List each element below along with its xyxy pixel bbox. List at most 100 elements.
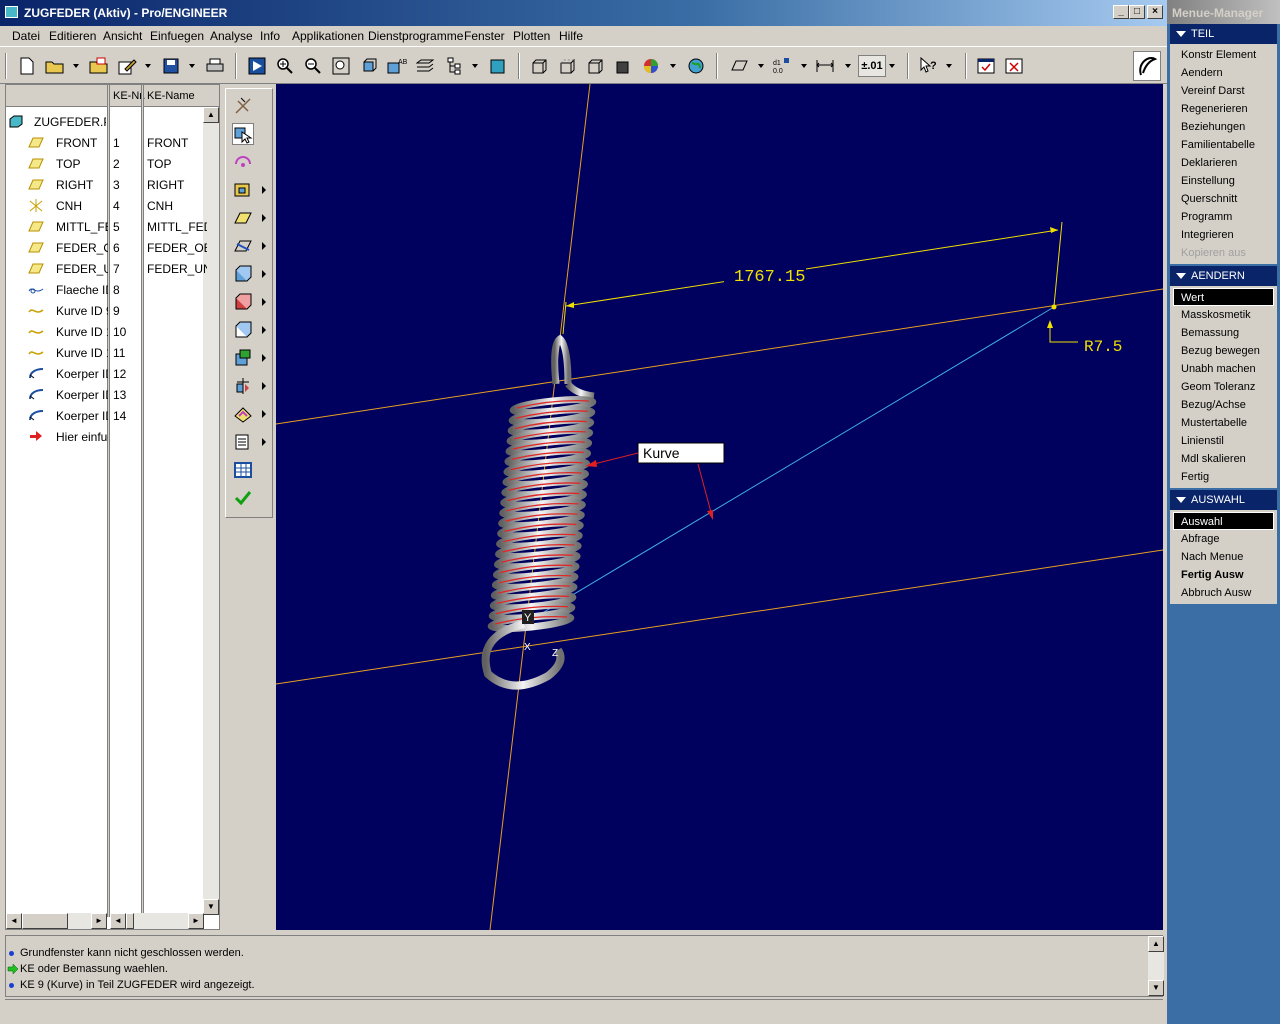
flyout-arrow-icon[interactable] bbox=[262, 186, 266, 194]
menu-item-bezug-achse[interactable]: Bezug/Achse bbox=[1173, 396, 1274, 414]
orient-icon[interactable] bbox=[358, 55, 380, 77]
datum-axis-tool-icon[interactable] bbox=[232, 95, 254, 117]
color-appearance-icon[interactable] bbox=[640, 55, 662, 77]
close-window-icon[interactable] bbox=[1003, 55, 1025, 77]
menu-item-querschnitt[interactable]: Querschnitt bbox=[1173, 190, 1274, 208]
scroll-up-arrow-icon[interactable]: ▲ bbox=[1148, 936, 1164, 952]
scroll-right-arrow-icon[interactable]: ► bbox=[188, 913, 204, 929]
scroll-left-arrow-icon[interactable]: ◄ bbox=[110, 913, 126, 929]
menu-item-vereinf-darst[interactable]: Vereinf Darst bbox=[1173, 82, 1274, 100]
tree-row[interactable]: Koerper ID 14 bbox=[6, 405, 206, 426]
menu-dienstprogramme[interactable]: Dienstprogramme bbox=[368, 29, 463, 43]
flyout-arrow-icon[interactable] bbox=[262, 382, 266, 390]
menu-item-konstr-element[interactable]: Konstr Element bbox=[1173, 46, 1274, 64]
menu-item-linienstil[interactable]: Linienstil bbox=[1173, 432, 1274, 450]
menu-item-einstellung[interactable]: Einstellung bbox=[1173, 172, 1274, 190]
model-graphics[interactable]: 1767.15 R7.5 Kurve Y X Z bbox=[276, 84, 1163, 930]
model-tree-dropdown-icon[interactable] bbox=[472, 64, 478, 68]
no-hidden-icon[interactable] bbox=[584, 55, 606, 77]
menu-applikationen[interactable]: Applikationen bbox=[292, 29, 364, 43]
pattern-tool-icon[interactable] bbox=[232, 375, 254, 397]
menu-teil-header[interactable]: TEIL bbox=[1170, 24, 1277, 44]
open-dropdown-icon[interactable] bbox=[73, 64, 79, 68]
variable-section-tool-icon[interactable] bbox=[232, 403, 254, 425]
menu-auswahl-header[interactable]: AUSWAHL bbox=[1170, 490, 1277, 510]
shell-tool-icon[interactable] bbox=[232, 319, 254, 341]
menu-item-beziehungen[interactable]: Beziehungen bbox=[1173, 118, 1274, 136]
dimension-radius-text[interactable]: R7.5 bbox=[1084, 338, 1122, 356]
shading-icon[interactable] bbox=[612, 55, 634, 77]
selected-curve-line[interactable] bbox=[523, 306, 1055, 625]
menu-item-mustertabelle[interactable]: Mustertabelle bbox=[1173, 414, 1274, 432]
menu-item-aendern[interactable]: Aendern bbox=[1173, 64, 1274, 82]
datum-planes-toggle-icon[interactable] bbox=[728, 55, 750, 77]
round-tool-icon[interactable] bbox=[232, 347, 254, 369]
flyout-arrow-icon[interactable] bbox=[262, 270, 266, 278]
tree-row[interactable]: FEDER_O 6 FEDER_OB bbox=[6, 237, 207, 258]
menu-analyse[interactable]: Analyse bbox=[210, 29, 253, 43]
tree-row[interactable]: CNH 4 CNH bbox=[6, 195, 206, 216]
menu-item-masskosmetik[interactable]: Masskosmetik bbox=[1173, 306, 1274, 324]
datum-point-tool-icon[interactable] bbox=[232, 179, 254, 201]
scroll-thumb[interactable] bbox=[22, 913, 68, 929]
dimension-values-icon[interactable]: d1 0.0 bbox=[770, 55, 792, 77]
zoom-out-icon[interactable] bbox=[302, 55, 324, 77]
tree-row[interactable]: FRONT 1 FRONT bbox=[6, 132, 206, 153]
tree-row[interactable]: Koerper ID 12 bbox=[6, 363, 206, 384]
layers-icon[interactable] bbox=[414, 55, 436, 77]
menu-item-integrieren[interactable]: Integrieren bbox=[1173, 226, 1274, 244]
repaint-icon[interactable] bbox=[246, 55, 268, 77]
tree-row[interactable]: Kurve ID 1 10 bbox=[6, 321, 206, 342]
menu-item-fertig[interactable]: Fertig bbox=[1173, 468, 1274, 486]
menu-fenster[interactable]: Fenster bbox=[464, 29, 505, 43]
model-setup-globe-icon[interactable] bbox=[685, 55, 707, 77]
scroll-right-arrow-icon[interactable]: ► bbox=[91, 913, 107, 929]
maximize-button[interactable]: □ bbox=[1129, 5, 1145, 19]
tree-row[interactable]: Flaeche ID 8 bbox=[6, 279, 206, 300]
dimension-dropdown-icon[interactable] bbox=[801, 64, 807, 68]
tolerance-dropdown-icon[interactable] bbox=[889, 64, 895, 68]
menu-hilfe[interactable]: Hilfe bbox=[559, 29, 583, 43]
hidden-line-icon[interactable] bbox=[556, 55, 578, 77]
tree-root[interactable]: ZUGFEDER.PI bbox=[6, 111, 206, 132]
menu-info[interactable]: Info bbox=[260, 29, 280, 43]
menu-ansicht[interactable]: Ansicht bbox=[103, 29, 142, 43]
tree-cols-hscrollbar[interactable]: ◄ ► bbox=[110, 913, 204, 929]
flyout-arrow-icon[interactable] bbox=[262, 354, 266, 362]
dimension-display-icon[interactable] bbox=[814, 55, 836, 77]
wireframe-icon[interactable] bbox=[528, 55, 550, 77]
tolerance-display-icon[interactable]: ±.01 bbox=[858, 55, 886, 77]
menu-item-geom-toleranz[interactable]: Geom Toleranz bbox=[1173, 378, 1274, 396]
refit-icon[interactable] bbox=[330, 55, 352, 77]
tree-row[interactable]: RIGHT 3 RIGHT bbox=[6, 174, 206, 195]
menu-item-bemassung[interactable]: Bemassung bbox=[1173, 324, 1274, 342]
tree-row[interactable]: Koerper ID 13 bbox=[6, 384, 206, 405]
dimension-length-text[interactable]: 1767.15 bbox=[734, 268, 805, 287]
scroll-down-arrow-icon[interactable]: ▼ bbox=[203, 899, 219, 915]
sketch-tool-icon[interactable] bbox=[232, 151, 254, 173]
flyout-arrow-icon[interactable] bbox=[262, 214, 266, 222]
message-scrollbar[interactable]: ▲ ▼ bbox=[1148, 936, 1164, 996]
edit-icon[interactable] bbox=[116, 55, 138, 77]
confirm-checkmark-icon[interactable] bbox=[232, 487, 254, 509]
saved-views-icon[interactable]: AB bbox=[386, 55, 408, 77]
save-icon[interactable] bbox=[160, 55, 182, 77]
activate-window-icon[interactable] bbox=[975, 55, 997, 77]
menu-editieren[interactable]: Editieren bbox=[49, 29, 96, 43]
menu-item-unabh-machen[interactable]: Unabh machen bbox=[1173, 360, 1274, 378]
datum-plane-tool-icon[interactable] bbox=[232, 207, 254, 229]
cut-tool-icon[interactable] bbox=[232, 291, 254, 313]
flyout-arrow-icon[interactable] bbox=[262, 242, 266, 250]
flyout-arrow-icon[interactable] bbox=[262, 410, 266, 418]
menu-item-wert[interactable]: Wert bbox=[1173, 288, 1274, 306]
print-icon[interactable] bbox=[204, 55, 226, 77]
minimize-button[interactable]: _ bbox=[1113, 5, 1129, 19]
menu-item-auswahl[interactable]: Auswahl bbox=[1173, 512, 1274, 530]
dimension-display-dropdown-icon[interactable] bbox=[845, 64, 851, 68]
color-dropdown-icon[interactable] bbox=[670, 64, 676, 68]
tree-row[interactable]: Kurve ID 1 11 bbox=[6, 342, 206, 363]
help-dropdown-icon[interactable] bbox=[946, 64, 952, 68]
context-help-icon[interactable]: ? bbox=[918, 55, 940, 77]
tree-row[interactable]: Hier einfue bbox=[6, 426, 206, 447]
menu-item-nach-menue[interactable]: Nach Menue bbox=[1173, 548, 1274, 566]
